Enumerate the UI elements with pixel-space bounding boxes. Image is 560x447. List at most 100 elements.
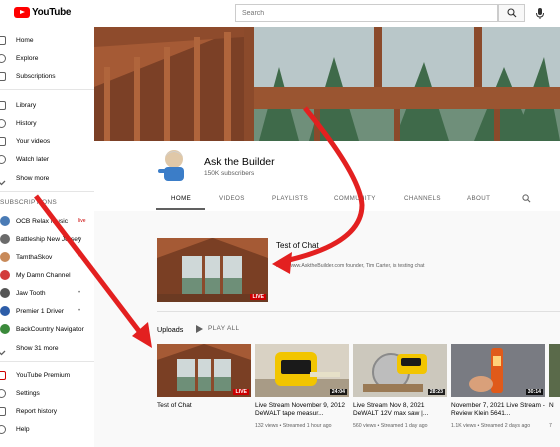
channel-banner bbox=[94, 27, 560, 141]
sidebar-item-label: Watch later bbox=[16, 155, 50, 163]
sidebar-sub-ocb-relax-music[interactable]: OCB Relax Music live bbox=[0, 213, 94, 229]
history-icon bbox=[0, 119, 6, 128]
search-input[interactable] bbox=[236, 5, 498, 21]
video-meta: 132 views • Streamed 1 hour ago bbox=[255, 423, 332, 429]
duration-badge: 30:14 bbox=[525, 389, 543, 395]
sidebar-item-label: Report history bbox=[16, 407, 58, 415]
sidebar-item-report-history[interactable]: Report history bbox=[0, 403, 94, 419]
active-tab-indicator bbox=[156, 208, 205, 210]
tab-playlists[interactable]: PLAYLISTS bbox=[272, 195, 308, 202]
divider bbox=[0, 361, 94, 362]
sidebar: Home Explore Subscriptions Library Histo… bbox=[0, 27, 94, 447]
sidebar-item-label: Help bbox=[16, 425, 30, 433]
tab-channels[interactable]: CHANNELS bbox=[404, 195, 441, 202]
logo-text: YouTube bbox=[32, 7, 72, 18]
sidebar-item-show-more[interactable]: Show more bbox=[0, 170, 94, 186]
search-button[interactable] bbox=[498, 4, 525, 22]
sidebar-item-youtube-premium[interactable]: YouTube Premium bbox=[0, 367, 94, 383]
channel-name: Ask the Builder bbox=[204, 156, 275, 168]
duration-badge: 24:04 bbox=[329, 389, 347, 395]
uploads-heading[interactable]: Uploads bbox=[157, 325, 183, 334]
tab-home[interactable]: HOME bbox=[171, 195, 191, 202]
youtube-channel-page: YouTube Home Explore Subscripti bbox=[0, 0, 560, 447]
library-icon bbox=[0, 101, 6, 110]
sidebar-sub-my-damn-channel[interactable]: My Damn Channel bbox=[0, 267, 94, 283]
sidebar-item-history[interactable]: History bbox=[0, 115, 94, 131]
sidebar-item-label: Jaw Tooth bbox=[16, 289, 46, 297]
search-icon bbox=[506, 8, 516, 18]
sidebar-item-show-more-subscriptions[interactable]: Show 31 more bbox=[0, 340, 94, 356]
home-icon bbox=[0, 36, 6, 45]
tab-community[interactable]: COMMUNITY bbox=[334, 195, 376, 202]
clock-icon bbox=[0, 155, 6, 164]
divider bbox=[0, 191, 94, 192]
sidebar-item-home[interactable]: Home bbox=[0, 32, 94, 48]
sidebar-item-explore[interactable]: Explore bbox=[0, 50, 94, 66]
sidebar-item-label: Premier 1 Driver bbox=[16, 307, 64, 315]
sidebar-item-label: TamthaSkov bbox=[16, 253, 53, 261]
thumbnail-image bbox=[157, 238, 268, 302]
sidebar-item-label: History bbox=[16, 119, 37, 127]
sidebar-sub-tamthaskov[interactable]: TamthaSkov • bbox=[0, 249, 94, 265]
banner-image bbox=[94, 27, 560, 141]
featured-video-title[interactable]: Test of Chat bbox=[276, 241, 319, 250]
play-all-button[interactable]: PLAY ALL bbox=[208, 325, 239, 332]
video-thumbnail[interactable]: 28:23 bbox=[353, 344, 447, 397]
sidebar-item-settings[interactable]: Settings bbox=[0, 385, 94, 401]
sidebar-sub-premier-1-driver[interactable]: Premier 1 Driver • bbox=[0, 303, 94, 319]
sidebar-item-watch-later[interactable]: Watch later bbox=[0, 151, 94, 167]
gear-icon bbox=[0, 389, 6, 398]
youtube-play-icon bbox=[14, 7, 30, 18]
sidebar-item-label: Show more bbox=[16, 174, 50, 182]
sidebar-item-label: Battleship New Jersey bbox=[16, 235, 82, 243]
thumbnail-image bbox=[549, 344, 560, 397]
sidebar-item-label: Settings bbox=[16, 389, 40, 397]
video-title[interactable]: Live Stream Nov 8, 2021 DeWALT 12V max s… bbox=[353, 402, 447, 419]
sidebar-item-your-videos[interactable]: Your videos bbox=[0, 133, 94, 149]
subscriber-count: 150K subscribers bbox=[204, 170, 255, 177]
video-title[interactable]: Test of Chat bbox=[157, 402, 251, 410]
live-badge: live bbox=[78, 218, 86, 224]
featured-video-thumbnail[interactable]: LIVE bbox=[157, 238, 268, 302]
channel-search-icon[interactable] bbox=[522, 194, 531, 203]
sidebar-sub-battleship[interactable]: Battleship New Jersey • bbox=[0, 231, 94, 247]
youtube-logo[interactable]: YouTube bbox=[14, 7, 72, 18]
live-badge: LIVE bbox=[250, 294, 266, 300]
sidebar-item-label: Subscriptions bbox=[16, 72, 56, 80]
play-all-icon[interactable] bbox=[196, 325, 203, 333]
section-divider bbox=[157, 311, 560, 312]
microphone-icon[interactable] bbox=[533, 6, 547, 20]
video-thumbnail[interactable]: LIVE bbox=[157, 344, 251, 397]
avatar bbox=[0, 216, 10, 226]
channel-avatar[interactable] bbox=[156, 147, 192, 185]
channel-header: Ask the Builder 150K subscribers HOME VI… bbox=[94, 141, 560, 211]
sidebar-item-label: OCB Relax Music bbox=[16, 217, 69, 225]
video-title[interactable]: Live Stream November 9, 2012 DeWALT tape… bbox=[255, 402, 349, 419]
new-content-dot: • bbox=[78, 254, 81, 260]
sidebar-item-help[interactable]: Help bbox=[0, 421, 94, 437]
sidebar-item-label: My Damn Channel bbox=[16, 271, 71, 279]
new-content-dot: • bbox=[78, 236, 81, 242]
sidebar-item-library[interactable]: Library bbox=[0, 97, 94, 113]
sidebar-sub-backcountry-navigator[interactable]: BackCountry Navigator bbox=[0, 321, 94, 337]
avatar bbox=[0, 306, 10, 316]
compass-icon bbox=[0, 54, 6, 63]
video-title[interactable]: N bbox=[549, 402, 560, 410]
tab-videos[interactable]: VIDEOS bbox=[219, 195, 245, 202]
sidebar-sub-jaw-tooth[interactable]: Jaw Tooth • bbox=[0, 285, 94, 301]
avatar bbox=[0, 234, 10, 244]
search-box bbox=[235, 4, 498, 22]
video-title[interactable]: November 7, 2021 Live Stream - Review Kl… bbox=[451, 402, 545, 419]
video-thumbnail[interactable]: 30:14 bbox=[451, 344, 545, 397]
sidebar-item-label: Your videos bbox=[16, 137, 51, 145]
avatar bbox=[0, 252, 10, 262]
featured-video-description: http://www.AsktheBuilder.com founder, Ti… bbox=[276, 263, 425, 269]
avatar bbox=[0, 324, 10, 334]
video-thumbnail[interactable]: 24:04 bbox=[255, 344, 349, 397]
tab-about[interactable]: ABOUT bbox=[467, 195, 490, 202]
avatar bbox=[0, 270, 10, 280]
live-badge: LIVE bbox=[233, 389, 249, 395]
video-thumbnail[interactable] bbox=[549, 344, 560, 397]
video-meta: 7 bbox=[549, 423, 552, 429]
sidebar-item-subscriptions[interactable]: Subscriptions bbox=[0, 68, 94, 84]
